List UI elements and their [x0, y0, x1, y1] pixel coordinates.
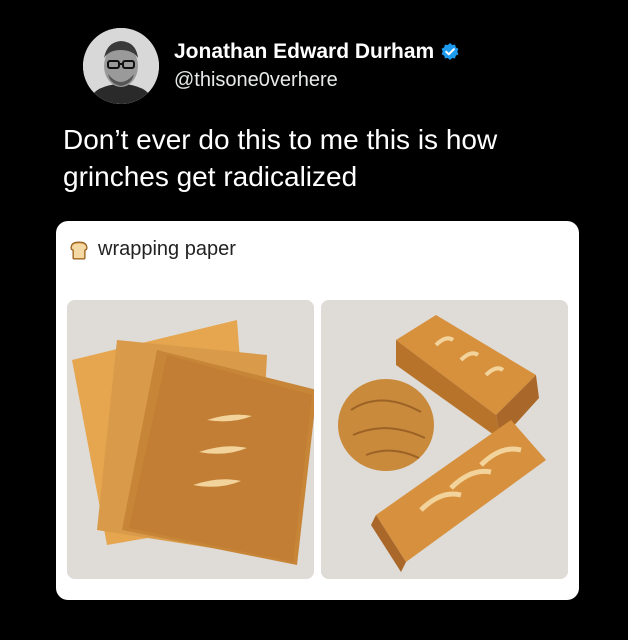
author-name-row: Jonathan Edward Durham	[174, 38, 460, 66]
avatar-portrait	[83, 28, 159, 104]
wrapping-paper-sheets-image[interactable]	[67, 300, 314, 579]
card-title: wrapping paper	[98, 238, 236, 260]
bread-emoji-icon	[68, 239, 90, 261]
card-title-row: wrapping paper	[68, 238, 236, 261]
verified-badge-icon	[440, 42, 460, 62]
avatar[interactable]	[83, 28, 159, 104]
author-name[interactable]: Jonathan Edward Durham	[174, 38, 434, 66]
tweet-text: Don’t ever do this to me this is how gri…	[63, 124, 498, 192]
author-names: Jonathan Edward Durham @thisone0verhere	[174, 38, 460, 94]
wrapped-bread-gifts-image[interactable]	[321, 300, 568, 579]
author-handle[interactable]: @thisone0verhere	[174, 66, 460, 94]
post-header: Jonathan Edward Durham @thisone0verhere	[83, 27, 460, 105]
attached-media-card[interactable]: wrapping paper	[56, 221, 579, 600]
